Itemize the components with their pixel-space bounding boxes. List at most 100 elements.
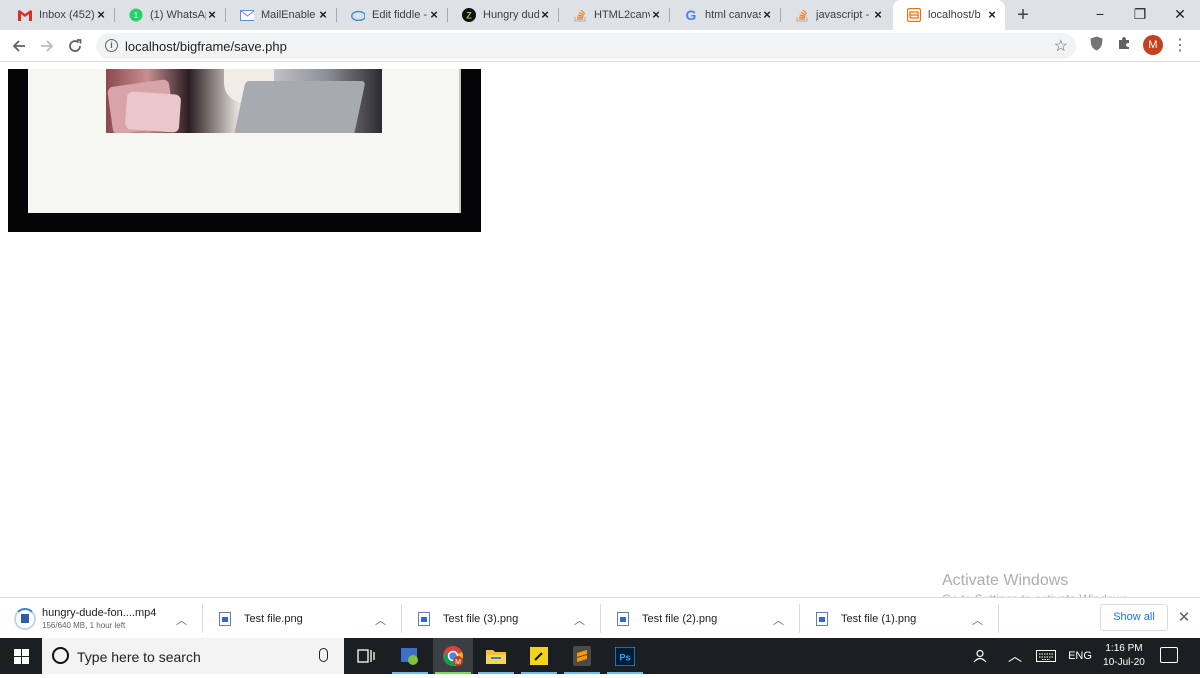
- notification-center-icon[interactable]: [1160, 647, 1178, 663]
- tab-close-icon[interactable]: ×: [538, 8, 552, 22]
- shield-extension-icon[interactable]: [1086, 36, 1106, 56]
- forward-button[interactable]: [35, 34, 59, 58]
- svg-text:1: 1: [134, 11, 139, 20]
- tab-close-icon[interactable]: ×: [985, 8, 999, 22]
- chevron-up-icon[interactable]: ︿: [972, 612, 983, 628]
- tab-javascript[interactable]: javascript - ×: [781, 0, 891, 30]
- svg-text:M: M: [455, 659, 461, 666]
- sticky-notes-icon: [530, 647, 548, 665]
- tab-label: localhost/b: [928, 9, 981, 21]
- tab-close-icon[interactable]: ×: [427, 8, 441, 22]
- taskbar-app-sublime[interactable]: [562, 638, 602, 674]
- tab-localhost[interactable]: localhost/b ×: [893, 0, 1005, 30]
- taskbar-app-photoshop[interactable]: Ps: [605, 638, 645, 674]
- image-file-icon: [219, 611, 231, 626]
- download-shelf: hungry-dude-fon....mp4 156/640 MB, 1 hou…: [0, 597, 1200, 638]
- download-status: 156/640 MB, 1 hour left: [42, 621, 126, 630]
- show-all-button[interactable]: Show all: [1100, 604, 1168, 631]
- minimize-button[interactable]: −: [1080, 0, 1120, 30]
- image-file-icon: [617, 611, 629, 626]
- google-icon: G: [684, 8, 698, 22]
- reload-button[interactable]: [63, 34, 87, 58]
- restore-button[interactable]: ❐: [1120, 0, 1160, 30]
- keyboard-icon[interactable]: [1034, 638, 1058, 674]
- svg-text:Ps: Ps: [619, 652, 630, 662]
- tab-label: HTML2canvas: [594, 9, 650, 21]
- taskbar-search[interactable]: Type here to search: [42, 638, 344, 674]
- star-icon[interactable]: ☆: [1054, 36, 1068, 56]
- search-placeholder: Type here to search: [77, 649, 201, 665]
- localhost-icon: [907, 8, 921, 22]
- chevron-up-icon[interactable]: ︿: [773, 612, 784, 628]
- clock-time: 1:16 PM: [1105, 643, 1143, 654]
- puzzle-extensions-icon[interactable]: [1114, 36, 1134, 56]
- frame-photo: [106, 69, 382, 133]
- tab-close-icon[interactable]: ×: [94, 8, 108, 22]
- divider: [998, 604, 999, 633]
- forward-arrow-icon: [41, 40, 54, 52]
- taskbar-app-chrome[interactable]: M: [433, 638, 473, 674]
- download-item[interactable]: Test file (1).png ︿: [816, 598, 999, 639]
- close-window-button[interactable]: ✕: [1160, 0, 1200, 30]
- chevron-up-icon[interactable]: ︿: [176, 612, 187, 628]
- tab-label: Hungry dude: [483, 9, 539, 21]
- divider: [401, 604, 402, 633]
- close-icon[interactable]: ✕: [1176, 608, 1192, 628]
- tab-label: javascript -: [816, 9, 870, 21]
- divider: [799, 604, 800, 633]
- download-filename: Test file (1).png: [841, 612, 917, 625]
- whatsapp-icon: 1: [129, 8, 143, 22]
- taskbar-app-sticky-notes[interactable]: [519, 638, 559, 674]
- system-clock[interactable]: 1:16 PM 10-Jul-20: [1098, 642, 1150, 670]
- reload-icon: [69, 39, 82, 52]
- download-item[interactable]: hungry-dude-fon....mp4 156/640 MB, 1 hou…: [14, 598, 203, 639]
- address-bar[interactable]: i localhost/bigframe/save.php ☆: [96, 33, 1076, 59]
- new-tab-button[interactable]: +: [1012, 4, 1034, 26]
- task-view-button[interactable]: [346, 638, 386, 674]
- tab-close-icon[interactable]: ×: [316, 8, 330, 22]
- people-icon[interactable]: [968, 638, 992, 674]
- chevron-up-icon[interactable]: ︿: [375, 612, 386, 628]
- chevron-up-icon[interactable]: ︿: [574, 612, 585, 628]
- cortana-icon: [52, 647, 69, 664]
- input-language[interactable]: ENG: [1064, 638, 1096, 674]
- tab-jsfiddle[interactable]: Edit fiddle - ×: [337, 0, 448, 30]
- taskbar-app-explorer-tool[interactable]: [390, 638, 430, 674]
- tab-strip: Inbox (452) × 1 (1) WhatsApp × MailEnabl…: [0, 0, 1200, 30]
- profile-avatar[interactable]: M: [1143, 35, 1163, 55]
- back-button[interactable]: [7, 34, 31, 58]
- chevron-up-icon[interactable]: ︿: [1004, 638, 1026, 674]
- taskbar-app-file-explorer[interactable]: [476, 638, 516, 674]
- tab-close-icon[interactable]: ×: [649, 8, 663, 22]
- info-icon[interactable]: i: [105, 39, 118, 52]
- download-item[interactable]: Test file (2).png ︿: [617, 598, 800, 639]
- tab-close-icon[interactable]: ×: [760, 8, 774, 22]
- download-item[interactable]: Test file (3).png ︿: [418, 598, 601, 639]
- frame-canvas: [28, 69, 461, 213]
- tab-close-icon[interactable]: ×: [205, 8, 219, 22]
- tab-close-icon[interactable]: ×: [871, 8, 885, 22]
- svg-text:Z: Z: [466, 11, 472, 21]
- page-content: [0, 63, 1200, 597]
- divider: [202, 604, 203, 633]
- tab-whatsapp[interactable]: 1 (1) WhatsApp ×: [115, 0, 226, 30]
- download-item[interactable]: Test file.png ︿: [219, 598, 402, 639]
- task-view-icon: [357, 649, 375, 663]
- download-filename: Test file.png: [244, 612, 303, 625]
- stackoverflow-icon: [573, 8, 587, 22]
- start-button[interactable]: [0, 638, 42, 674]
- tab-mailenable[interactable]: MailEnable ×: [226, 0, 337, 30]
- browser-menu-icon[interactable]: ⋮: [1172, 35, 1188, 57]
- tab-html-canvas[interactable]: G html canvas ×: [670, 0, 781, 30]
- tab-html2canvas[interactable]: HTML2canvas ×: [559, 0, 670, 30]
- mail-icon: [240, 8, 254, 22]
- download-filename: hungry-dude-fon....mp4: [42, 607, 157, 619]
- url-text[interactable]: localhost/bigframe/save.php: [125, 39, 287, 54]
- download-progress-icon: [14, 607, 36, 630]
- laptop-shape: [234, 81, 366, 133]
- browser-toolbar: i localhost/bigframe/save.php ☆ M ⋮: [0, 30, 1200, 62]
- microphone-icon[interactable]: [319, 648, 328, 662]
- tab-label: (1) WhatsApp: [150, 9, 206, 21]
- tab-hungry-dude[interactable]: Z Hungry dude ×: [448, 0, 559, 30]
- tab-gmail[interactable]: Inbox (452) ×: [4, 0, 115, 30]
